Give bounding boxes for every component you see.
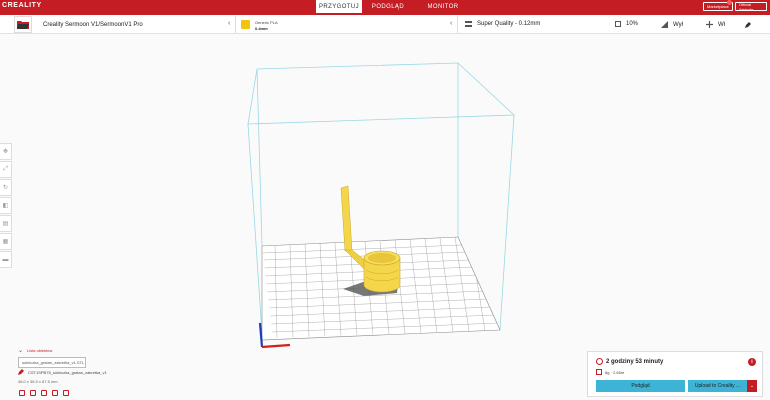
preview-button[interactable]: Podgląd [596,380,685,392]
support-group: Wył [661,21,683,28]
view-3d-icon[interactable] [19,390,25,396]
material-usage: 8g · 2.65m [605,369,625,375]
mirror-tool-button[interactable]: ◧ [0,197,12,214]
object-list-header[interactable]: ⌄ Lista obiektów [18,347,128,354]
object-list: ⌄ Lista obiektów solniczka_gratan_zakret… [18,347,128,368]
folder-icon [17,21,29,29]
layflat-tool-button[interactable]: ▬ [0,251,12,268]
material-selector[interactable]: Generic PLA 0.4mm ‹ [238,16,458,33]
mirror-icon: ◧ [2,203,9,209]
notification-dot [727,0,732,5]
chevron-left-icon: ‹ [228,20,231,27]
rotate-tool-button[interactable]: ↻ [0,179,12,196]
view-buttons [19,390,74,396]
printer-selector[interactable]: Creality Sermoon V1/SermoonV1 Pro ‹ [38,16,236,33]
move-tool-button[interactable]: ✥ [0,143,12,160]
support-icon [661,21,668,28]
spool-icon [596,369,602,375]
edit-icon[interactable] [745,22,751,28]
adhesion-value: Wł [718,21,725,28]
print-time: 2 godziny 53 minuty [606,358,664,365]
x-axis-indicator [261,343,291,349]
view-top-icon[interactable] [41,390,47,396]
clock-icon [596,358,603,365]
support-blocker-button[interactable]: ▦ [0,233,12,250]
infill-icon [615,21,621,27]
infill-value: 10% [626,21,639,27]
extruder-icon [241,20,250,29]
layflat-icon: ▬ [2,256,9,263]
object-list-item[interactable]: solniczka_gratan_zakretka_v1.STL [18,357,86,368]
nozzle-size: 0.4mm [255,26,268,31]
settings-icon: ▤ [2,221,9,227]
pencil-icon [18,369,24,375]
upload-button[interactable]: Upload to Creality ... [688,380,747,392]
upload-dropdown-button[interactable]: ⌄ [747,380,757,392]
open-file-button[interactable] [14,16,32,33]
official-website-button[interactable]: Official Website [735,2,767,12]
model-dimensions: 46.0 x 36.0 x 87.5 mm [18,379,58,384]
view-front-icon[interactable] [30,390,36,396]
chevron-down-icon: ⌄ [18,348,24,354]
view-left-icon[interactable] [52,390,58,396]
support-value: Wył [673,21,683,28]
move-icon: ✥ [2,149,9,155]
layers-icon [465,21,472,27]
scale-tool-button[interactable]: ⤢ [0,161,12,178]
build-volume-scene [247,62,515,349]
model-name: CST1SPB75_solniczka_gratan_zakretka_v1 [28,369,107,375]
info-icon[interactable]: i [748,358,756,366]
rotate-icon: ↻ [2,185,9,191]
left-toolbar: ✥ ⤢ ↻ ◧ ▤ ▦ ▬ [0,143,12,269]
stage-tabs: PRZYGOTUJ PODGLĄD MONITOR [316,0,472,13]
print-time-row: 2 godziny 53 minuty [596,358,663,365]
printer-name: Creality Sermoon V1/SermoonV1 Pro [43,21,143,28]
material-name: Generic PLA [255,20,278,25]
creality-logo: CREALITY [2,2,42,9]
view-right-icon[interactable] [63,390,69,396]
quality-profile: Super Quality - 0.12mm [477,21,541,27]
top-bar: CREALITY PRZYGOTUJ PODGLĄD MONITOR Marke… [0,0,770,15]
model-name-row[interactable]: CST1SPB75_solniczka_gratan_zakretka_v1 [18,369,107,375]
chevron-down-icon: ⌄ [749,383,755,389]
chevron-left-icon: ‹ [450,20,453,27]
object-list-title: Lista obiektów [27,348,53,353]
per-model-settings-button[interactable]: ▤ [0,215,12,232]
infill-group: 10% [615,21,638,27]
print-action-panel: 2 godziny 53 minuty i 8g · 2.65m Podgląd… [587,351,763,397]
material-usage-row: 8g · 2.65m [596,369,624,375]
3d-viewport[interactable] [0,34,770,400]
profile-group: Super Quality - 0.12mm [465,21,540,27]
tab-monitor[interactable]: MONITOR [414,0,472,13]
tab-preview[interactable]: PODGLĄD [362,0,414,13]
print-settings-selector[interactable]: Super Quality - 0.12mm 10% Wył Wł [460,16,760,33]
scale-icon: ⤢ [3,166,8,172]
blocker-icon: ▦ [2,239,9,245]
adhesion-group: Wł [706,21,725,28]
tab-prepare[interactable]: PRZYGOTUJ [316,0,362,13]
adhesion-icon [706,21,713,28]
